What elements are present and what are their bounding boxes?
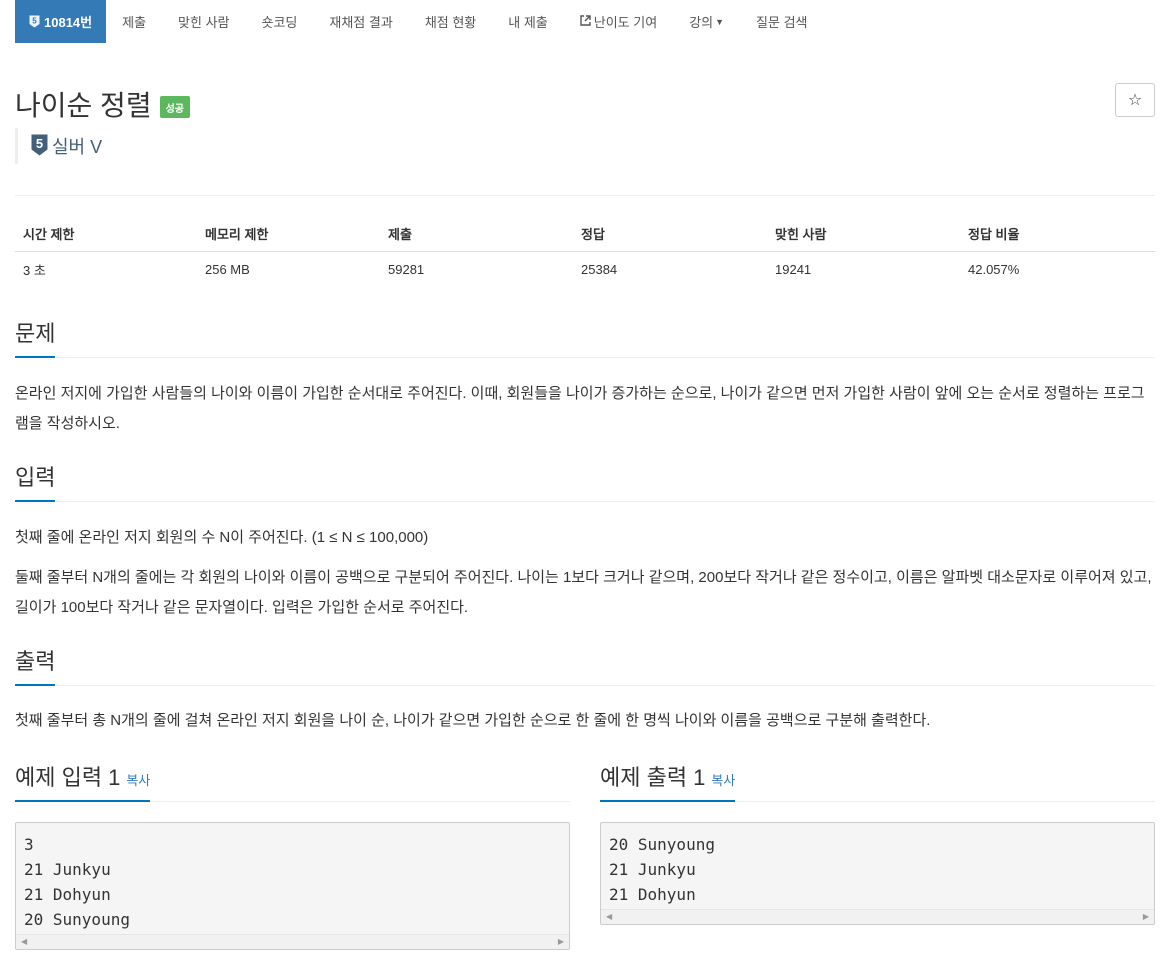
nav-difficulty-contribution[interactable]: 난이도 기여 bbox=[564, 0, 673, 43]
output-heading: 출력 bbox=[15, 644, 56, 686]
tier-info: 5 실버 V bbox=[15, 128, 102, 164]
problem-title-row: 나이순 정렬 성공 bbox=[15, 84, 190, 124]
sample-output-box[interactable]: 20 Sunyoung 21 Junkyu 21 Dohyun ◀ ▶ bbox=[600, 822, 1155, 925]
scroll-right-icon[interactable]: ▶ bbox=[1143, 912, 1149, 921]
accepted-value: 25384 bbox=[581, 262, 618, 278]
favorite-star-button[interactable]: ☆ bbox=[1115, 83, 1155, 117]
sample-input-heading-wrap: 예제 입력 1 복사 bbox=[15, 760, 151, 802]
time-limit-value: 3 초 bbox=[23, 263, 46, 279]
nav-problem-tab[interactable]: 5 10814번 bbox=[15, 0, 107, 43]
description-section-header: 문제 bbox=[15, 316, 1155, 358]
nav-difficulty-label: 난이도 기여 bbox=[593, 15, 658, 30]
output-text: 첫째 줄부터 총 N개의 줄에 걸쳐 온라인 저지 회원을 나이 순, 나이가 … bbox=[15, 712, 931, 729]
header-solvers: 맞힌 사람 bbox=[767, 216, 960, 252]
nav-lectures-label: 강의 bbox=[689, 15, 714, 30]
nav-my-submissions[interactable]: 내 제출 bbox=[492, 0, 564, 43]
sample-input-header: 예제 입력 1 복사 bbox=[15, 760, 570, 802]
solvers-value: 19241 bbox=[775, 262, 812, 278]
input-text-1: 첫째 줄에 온라인 저지 회원의 수 N이 주어진다. (1 ≤ N ≤ 100… bbox=[15, 529, 429, 546]
sample-output-heading-wrap: 예제 출력 1 복사 bbox=[600, 760, 736, 802]
sample-output-header: 예제 출력 1 복사 bbox=[600, 760, 1155, 802]
divider bbox=[15, 195, 1155, 196]
nav-status[interactable]: 채점 현황 bbox=[409, 0, 492, 43]
input-heading: 입력 bbox=[15, 460, 56, 502]
header-submissions: 제출 bbox=[380, 216, 573, 252]
info-header-row: 시간 제한 메모리 제한 제출 정답 맞힌 사람 정답 비율 bbox=[15, 216, 1155, 252]
description-text: 온라인 저지에 가입한 사람들의 나이와 이름이 가입한 순서대로 주어진다. … bbox=[15, 385, 1145, 432]
svg-text:5: 5 bbox=[32, 17, 37, 26]
caret-down-icon: ▼ bbox=[715, 16, 725, 27]
external-link-icon bbox=[580, 14, 591, 29]
header-memory-limit: 메모리 제한 bbox=[197, 216, 380, 252]
silver-tier-icon: 5 bbox=[31, 134, 48, 159]
scroll-left-icon[interactable]: ◀ bbox=[21, 937, 27, 946]
nav-lectures-dropdown[interactable]: 강의 ▼ bbox=[673, 0, 740, 43]
nav-problem-id: 10814번 bbox=[44, 15, 93, 30]
header-accept-ratio: 정답 비율 bbox=[960, 216, 1155, 252]
problem-nav: 5 10814번 제출 맞힌 사람 숏코딩 재채점 결과 채점 현황 내 제출 … bbox=[15, 0, 823, 43]
nav-solvers[interactable]: 맞힌 사람 bbox=[162, 0, 245, 43]
description-heading: 문제 bbox=[15, 316, 56, 358]
nav-rejudge-results[interactable]: 재채점 결과 bbox=[313, 0, 408, 43]
problem-title: 나이순 정렬 bbox=[15, 90, 152, 121]
memory-limit-value: 256 MB bbox=[205, 262, 250, 278]
nav-question-search[interactable]: 질문 검색 bbox=[740, 0, 823, 43]
nav-submit[interactable]: 제출 bbox=[106, 0, 162, 43]
status-badge: 성공 bbox=[159, 96, 190, 118]
input-text-2: 둘째 줄부터 N개의 줄에는 각 회원의 나이와 이름이 공백으로 구분되어 주… bbox=[15, 569, 1152, 616]
svg-text:5: 5 bbox=[36, 136, 43, 151]
sample-output-heading: 예제 출력 1 bbox=[600, 765, 706, 790]
sample-input-box[interactable]: 3 21 Junkyu 21 Dohyun 20 Sunyoung ◀ ▶ bbox=[15, 822, 570, 950]
sample-input-heading: 예제 입력 1 bbox=[15, 765, 121, 790]
problem-info-table: 시간 제한 메모리 제한 제출 정답 맞힌 사람 정답 비율 3 초 256 M… bbox=[15, 216, 1155, 288]
scroll-left-icon[interactable]: ◀ bbox=[606, 912, 612, 921]
sample-input-content[interactable]: 3 21 Junkyu 21 Dohyun 20 Sunyoung bbox=[16, 823, 569, 934]
header-accepted: 정답 bbox=[573, 216, 767, 252]
scroll-right-icon[interactable]: ▶ bbox=[558, 937, 564, 946]
nav-short-coding[interactable]: 숏코딩 bbox=[246, 0, 314, 43]
accept-ratio-value: 42.057% bbox=[968, 262, 1020, 278]
copy-sample-output-button[interactable]: 복사 bbox=[711, 773, 735, 788]
star-icon: ☆ bbox=[1127, 92, 1143, 109]
sample-output-content[interactable]: 20 Sunyoung 21 Junkyu 21 Dohyun bbox=[601, 823, 1154, 909]
input-section-header: 입력 bbox=[15, 460, 1155, 502]
submissions-value: 59281 bbox=[388, 262, 425, 278]
copy-sample-input-button[interactable]: 복사 bbox=[126, 773, 150, 788]
horizontal-scrollbar[interactable]: ◀ ▶ bbox=[601, 909, 1154, 924]
output-section-header: 출력 bbox=[15, 644, 1155, 686]
info-value-row: 3 초 256 MB 59281 25384 19241 42.057% bbox=[15, 252, 1155, 288]
horizontal-scrollbar[interactable]: ◀ ▶ bbox=[16, 934, 569, 949]
header-time-limit: 시간 제한 bbox=[15, 216, 197, 252]
silver-tier-icon: 5 bbox=[29, 15, 40, 28]
tier-label: 실버 V bbox=[52, 137, 103, 157]
